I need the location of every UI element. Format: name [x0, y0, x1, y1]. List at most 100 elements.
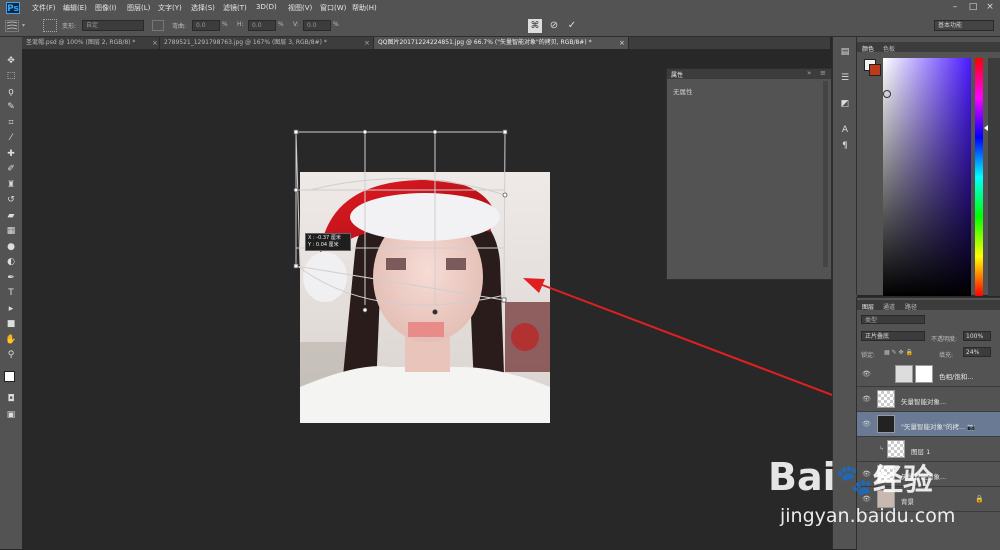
pen-tool-icon[interactable]: ✒: [5, 272, 17, 284]
properties-panel-icon[interactable]: ☰: [839, 73, 851, 85]
h-input[interactable]: 0.0: [248, 20, 276, 31]
layer-mask-thumbnail: [915, 365, 933, 383]
opacity-label: 不透明度:: [931, 336, 958, 343]
photoshop-logo: Ps: [6, 2, 20, 14]
layer-row-hue-saturation[interactable]: 👁 色相/饱和...: [857, 362, 1000, 387]
minimize-icon[interactable]: –: [950, 2, 960, 12]
tab-qq-image-jpg[interactable]: QQ图片20171224224851.jpg @ 66.7% ("矢量智能对象"…: [374, 37, 629, 49]
tool-preset-picker[interactable]: [5, 20, 19, 32]
layer-row-smart-object-copy[interactable]: 👁 "矢量智能对象"的拷... 📷: [857, 412, 1000, 437]
properties-panel: 属性 » ≡ 无属性: [666, 68, 832, 280]
type-tool-icon[interactable]: T: [5, 287, 17, 299]
eye-icon[interactable]: 👁: [862, 420, 871, 428]
tab-label: 2789521_1291798763.jpg @ 167% (图层 3, RGB…: [164, 39, 327, 46]
move-tool-icon[interactable]: ✥: [5, 55, 17, 67]
menu-window[interactable]: 窗口(W): [320, 3, 346, 13]
menu-help[interactable]: 帮助(H): [352, 3, 377, 13]
collapse-icon[interactable]: »: [807, 69, 811, 77]
tab-santa-hat-psd[interactable]: 圣诞帽.psd @ 100% (图层 2, RGB/8) *: [22, 37, 160, 49]
tab-2789521-jpg[interactable]: 2789521_1291798763.jpg @ 167% (图层 3, RGB…: [160, 37, 374, 49]
cancel-transform-icon[interactable]: ⊘: [548, 19, 560, 33]
restore-icon[interactable]: □: [968, 2, 978, 12]
properties-scrollbar[interactable]: [823, 81, 828, 267]
warp-mode-icon[interactable]: ⌘: [528, 19, 542, 33]
properties-title: 属性: [671, 72, 684, 79]
watermark-url: jingyan.baidu.com: [780, 505, 956, 527]
menu-edit[interactable]: 编辑(E): [63, 3, 87, 13]
blend-mode-select[interactable]: 正片叠底: [861, 331, 925, 341]
healing-brush-tool-icon[interactable]: ✚: [5, 148, 17, 160]
menu-select[interactable]: 选择(S): [191, 3, 215, 13]
history-brush-tool-icon[interactable]: ↺: [5, 194, 17, 206]
gradient-tool-icon[interactable]: ▦: [5, 225, 17, 237]
hue-slider[interactable]: [975, 58, 983, 296]
tab-channels[interactable]: 通道: [883, 302, 895, 311]
v-input[interactable]: 0.0: [303, 20, 331, 31]
adjustments-panel-icon[interactable]: ◩: [839, 99, 851, 111]
commit-transform-icon[interactable]: ✓: [566, 19, 578, 33]
warp-center-point[interactable]: [432, 309, 438, 315]
color-panel-scroll[interactable]: [988, 58, 1000, 296]
menu-filter[interactable]: 滤镜(T): [223, 3, 247, 13]
workspace-select[interactable]: 基本功能: [934, 20, 994, 31]
eraser-tool-icon[interactable]: ▰: [5, 210, 17, 222]
menu-image[interactable]: 图像(I): [95, 3, 117, 13]
layer-kind-filter[interactable]: 类型: [861, 315, 925, 324]
menu-file[interactable]: 文件(F): [32, 3, 56, 13]
screen-mode-icon[interactable]: ▣: [5, 409, 17, 421]
panel-menu-icon[interactable]: ≡: [820, 69, 826, 77]
tab-paths[interactable]: 路径: [905, 302, 917, 311]
color-picker-cursor[interactable]: [883, 90, 891, 98]
bg-color-chip[interactable]: [869, 64, 881, 76]
blur-tool-icon[interactable]: ●: [5, 241, 17, 253]
hand-tool-icon[interactable]: ✋: [5, 334, 17, 346]
tab-close-icon[interactable]: ×: [364, 37, 370, 49]
lasso-tool-icon[interactable]: ϙ: [5, 86, 17, 98]
menu-layer[interactable]: 图层(L): [127, 3, 150, 13]
brush-tool-icon[interactable]: ✐: [5, 163, 17, 175]
fill-input[interactable]: 24%: [963, 347, 991, 357]
path-selection-tool-icon[interactable]: ▸: [5, 303, 17, 315]
rectangle-tool-icon[interactable]: ■: [5, 318, 17, 330]
menu-type[interactable]: 文字(Y): [158, 3, 182, 13]
menu-3d[interactable]: 3D(D): [256, 3, 277, 11]
paragraph-panel-icon[interactable]: ¶: [839, 141, 851, 153]
dodge-tool-icon[interactable]: ◐: [5, 256, 17, 268]
warp-style-select[interactable]: 自定: [82, 20, 144, 31]
lock-label: 锁定:: [861, 352, 876, 359]
opacity-input[interactable]: 100%: [963, 331, 991, 341]
change-orientation-icon[interactable]: [152, 20, 164, 31]
tab-close-icon[interactable]: ×: [619, 37, 625, 49]
layer-row-smart-object[interactable]: 👁 矢量智能对象...: [857, 387, 1000, 412]
layer-thumbnail: [877, 390, 895, 408]
reference-grid-icon[interactable]: [43, 19, 57, 32]
bend-input[interactable]: 0.0: [192, 20, 220, 31]
v-label: V:: [293, 21, 299, 28]
quick-select-tool-icon[interactable]: ✎: [5, 101, 17, 113]
quick-mask-icon[interactable]: ◘: [5, 393, 17, 405]
bend-percent: %: [222, 21, 228, 28]
tab-color[interactable]: 颜色: [862, 44, 874, 53]
history-panel-icon[interactable]: ▤: [839, 47, 851, 59]
lock-icons[interactable]: ▦ ✎ ✥ 🔒: [884, 349, 913, 356]
tab-close-icon[interactable]: ×: [152, 37, 158, 49]
tab-swatches[interactable]: 色板: [883, 44, 895, 53]
menu-view[interactable]: 视图(V): [288, 3, 312, 13]
eye-icon[interactable]: 👁: [862, 395, 871, 403]
foreground-color-swatch[interactable]: [4, 371, 15, 382]
close-icon[interactable]: ×: [985, 2, 995, 12]
crop-tool-icon[interactable]: ⌗: [5, 117, 17, 129]
tab-layers[interactable]: 图层: [862, 302, 874, 311]
zoom-tool-icon[interactable]: ⚲: [5, 349, 17, 361]
marquee-tool-icon[interactable]: ⬚: [5, 70, 17, 82]
color-picker-field[interactable]: [883, 58, 971, 296]
character-panel-icon[interactable]: A: [839, 125, 851, 137]
clone-stamp-tool-icon[interactable]: ♜: [5, 179, 17, 191]
eye-icon[interactable]: 👁: [862, 370, 871, 378]
warp-icon: [6, 21, 18, 30]
warp-handles[interactable]: [293, 129, 508, 313]
eyedropper-tool-icon[interactable]: ⁄: [5, 132, 17, 144]
preset-dropdown-arrow[interactable]: ▾: [22, 22, 25, 29]
tools-panel: ✥ ⬚ ϙ ✎ ⌗ ⁄ ✚ ✐ ♜ ↺ ▰ ▦ ● ◐ ✒ T ▸ ■ ✋ ⚲ …: [0, 37, 23, 549]
warp-mesh[interactable]: [280, 120, 530, 330]
